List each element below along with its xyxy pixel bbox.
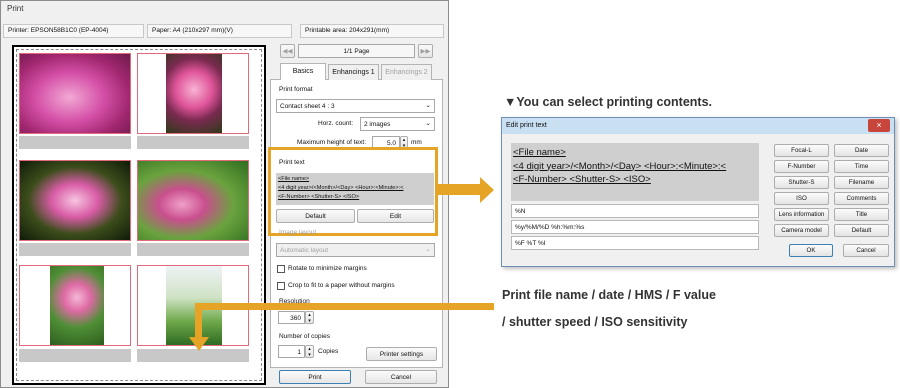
thumbnail-caption — [19, 243, 131, 256]
thumbnail-3 — [19, 160, 131, 241]
arrow-to-caption — [198, 303, 494, 310]
thumbnail-caption — [137, 136, 249, 149]
arrow-head-icon — [480, 177, 494, 203]
edit-text-line: <4 digit year>/<Month>/<Day> <Hour>:<Min… — [513, 160, 727, 172]
thumbnail-caption — [19, 349, 131, 362]
thumbnail-1 — [19, 53, 131, 134]
edit-text-preview: <File name> <4 digit year>/<Month>/<Day>… — [511, 143, 759, 201]
time-button[interactable]: Time — [834, 160, 889, 173]
horz-count-select[interactable]: 2 images ⌄ — [360, 117, 435, 131]
copies-stepper[interactable]: ▴ ▾ — [305, 345, 314, 358]
focal-length-button[interactable]: Focal-L — [774, 144, 829, 157]
tab-enhancings-1[interactable]: Enhancings 1 — [328, 64, 379, 80]
print-preview-page — [12, 45, 266, 385]
printable-area-info: Printable area: 204x291(mm) — [300, 24, 444, 38]
arrow-down-icon — [189, 337, 209, 351]
print-format-select[interactable]: Contact sheet 4 : 3 ⌄ — [276, 99, 435, 113]
print-button[interactable]: Print — [279, 370, 351, 384]
image-layout-select[interactable]: Automatic layout ⌄ — [276, 243, 435, 257]
rotate-option-label: Rotate to minimize margins — [288, 265, 367, 272]
select-contents-note: ▼You can select printing contents. — [504, 95, 713, 109]
printer-info: Printer: EPSON58B1C0 (EP-4004) — [3, 24, 144, 38]
f-number-button[interactable]: F-Number — [774, 160, 829, 173]
horz-count-value: 2 images — [364, 121, 391, 128]
edit-cancel-button[interactable]: Cancel — [843, 244, 889, 257]
page-indicator: 1/1 Page — [298, 44, 415, 58]
thumbnail-caption — [137, 243, 249, 256]
iso-button[interactable]: ISO — [774, 192, 829, 205]
print-info-note-line1: Print file name / date / HMS / F value — [502, 288, 716, 302]
print-format-value: Contact sheet 4 : 3 — [280, 103, 335, 110]
format-field-3[interactable]: %F %T %I — [511, 236, 759, 250]
chevron-down-icon: ⌄ — [425, 120, 431, 127]
resolution-stepper[interactable]: ▴ ▾ — [305, 311, 314, 324]
max-text-height-label: Maximum height of text: — [297, 139, 366, 146]
edit-dialog-title: Edit print text — [502, 118, 894, 134]
resolution-input[interactable]: 360 — [278, 311, 305, 324]
print-info-note-line2: / shutter speed / ISO sensitivity — [502, 315, 688, 329]
edit-text-line: <File name> — [513, 147, 566, 158]
crop-option-label: Crop to fit to a paper without margins — [288, 282, 395, 289]
lens-information-button[interactable]: Lens information — [774, 208, 829, 221]
next-page-button[interactable]: ▶▶ — [418, 44, 433, 58]
image-layout-label: Image layout — [279, 229, 317, 236]
thumbnail-caption — [19, 136, 131, 149]
camera-model-button[interactable]: Camera model — [774, 224, 829, 237]
horz-count-label: Horz. count: — [318, 120, 354, 127]
thumbnail-5 — [19, 265, 131, 346]
arrow-to-caption-stem — [195, 303, 202, 339]
copies-unit: Copies — [318, 348, 339, 355]
tab-basics[interactable]: Basics — [280, 63, 326, 80]
copies-input[interactable]: 1 — [278, 345, 305, 358]
previous-page-button[interactable]: ◀◀ — [280, 44, 295, 58]
cancel-button[interactable]: Cancel — [365, 370, 437, 384]
title-button[interactable]: Title — [834, 208, 889, 221]
default-button[interactable]: Default — [834, 224, 889, 237]
tab-enhancings-2[interactable]: Enhancings 2 — [381, 64, 432, 80]
format-field-2[interactable]: %y/%M/%D %h:%m:%s — [511, 220, 759, 234]
format-field-1[interactable]: %N — [511, 204, 759, 218]
close-icon[interactable]: × — [868, 119, 890, 132]
thumbnail-2 — [137, 53, 249, 134]
image-layout-value: Automatic layout — [280, 247, 329, 254]
print-text-highlight — [268, 147, 438, 236]
thumbnail-4 — [137, 160, 249, 241]
shutter-speed-button[interactable]: Shutter-S — [774, 176, 829, 189]
arrow-to-edit-dialog — [437, 184, 481, 195]
edit-text-line: <F-Number> <Shutter-S> <ISO> — [513, 174, 651, 185]
paper-info: Paper: A4 (210x297 mm)(V) — [147, 24, 292, 38]
crop-checkbox[interactable] — [277, 282, 285, 290]
ok-button[interactable]: OK — [789, 244, 833, 257]
max-text-height-unit: mm — [411, 139, 422, 146]
rotate-checkbox[interactable] — [277, 265, 285, 273]
edit-print-text-dialog: Edit print text × <File name> <4 digit y… — [501, 117, 895, 267]
dialog-title: Print — [7, 4, 24, 13]
printer-settings-button[interactable]: Printer settings — [366, 347, 437, 361]
copies-label: Number of copies — [279, 333, 330, 340]
chevron-down-icon: ⌄ — [425, 246, 431, 253]
print-format-label: Print format — [279, 86, 313, 93]
filename-button[interactable]: Filename — [834, 176, 889, 189]
chevron-down-icon: ⌄ — [425, 102, 431, 109]
comments-button[interactable]: Comments — [834, 192, 889, 205]
date-button[interactable]: Date — [834, 144, 889, 157]
